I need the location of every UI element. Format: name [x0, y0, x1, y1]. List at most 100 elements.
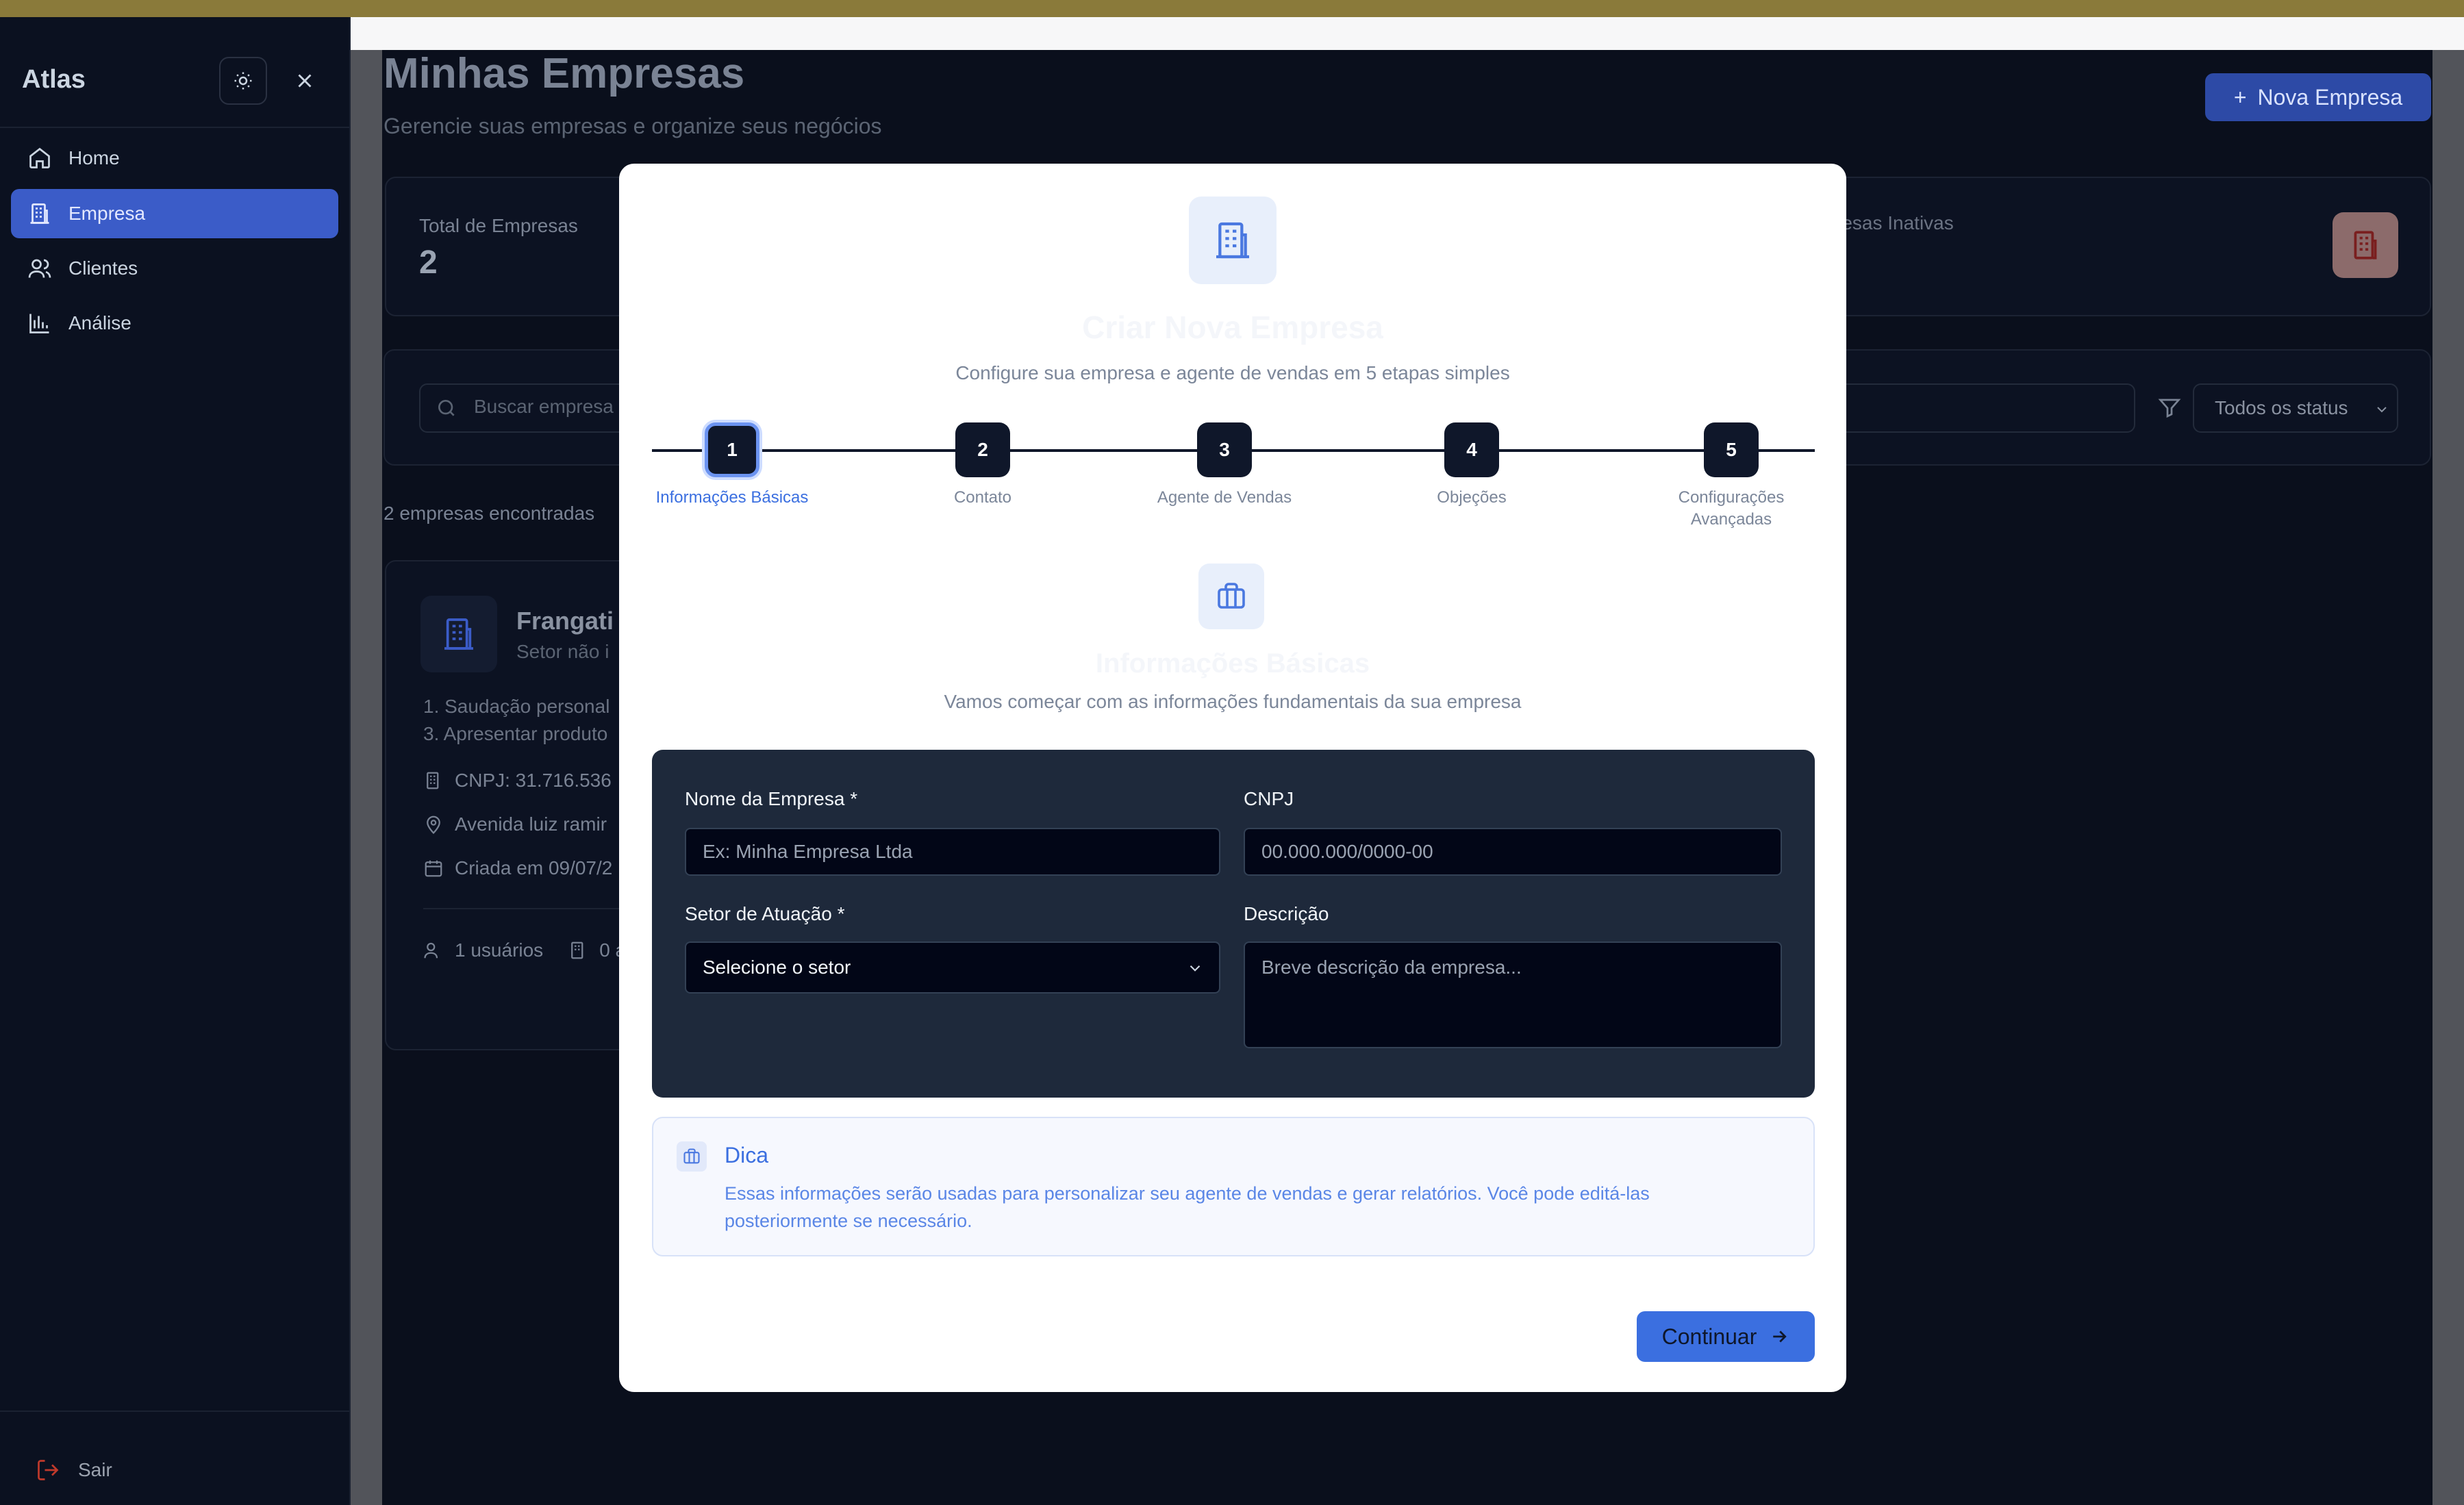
- description-textarea[interactable]: Breve descrição da empresa...: [1244, 941, 1782, 1048]
- building-icon: [427, 772, 439, 789]
- cnpj-label: CNPJ: [1244, 788, 1294, 809]
- step-5-label-line1: Configurações: [1678, 488, 1785, 507]
- company-created: Criada em 09/07/2: [455, 857, 613, 878]
- chevron-down-icon: [1190, 965, 1200, 972]
- close-icon: [298, 74, 312, 88]
- top-white-bar: [351, 17, 2464, 50]
- building-icon: [1216, 222, 1249, 259]
- company-users: 1 usuários: [455, 939, 544, 961]
- brand-logo: Atlas: [22, 65, 86, 94]
- step-5-label-line2: Avançadas: [1690, 510, 1772, 529]
- company-name: Frangati: [516, 607, 614, 635]
- top-window-strip: [0, 0, 2464, 17]
- briefcase-icon: [1218, 583, 1245, 609]
- section-title: Informações Básicas: [1095, 648, 1370, 679]
- briefcase-icon: [683, 1148, 700, 1164]
- step-3-label: Agente de Vendas: [1157, 488, 1292, 507]
- section-icon-box: [1198, 564, 1264, 629]
- step-4[interactable]: 4: [1444, 422, 1499, 477]
- step-2[interactable]: 2: [955, 422, 1010, 477]
- sector-select[interactable]: Selecione o setor: [685, 941, 1220, 994]
- close-sidebar-button[interactable]: [284, 60, 325, 101]
- create-company-modal: Criar Nova Empresa Configure sua empresa…: [619, 164, 1846, 1392]
- company-address-row: Avenida luiz ramir: [423, 813, 607, 835]
- company-sector: Setor não i: [516, 641, 609, 662]
- sidebar-bottom-divider: [0, 1411, 351, 1412]
- sidebar-item-label: Empresa: [68, 203, 146, 224]
- sun-icon: [234, 72, 252, 90]
- chart-icon: [29, 314, 49, 333]
- building-icon: [30, 203, 49, 224]
- sidebar-divider: [0, 127, 351, 128]
- results-count: 2 empresas encontradas: [384, 503, 595, 524]
- company-footer-row: 1 usuários 0 a: [423, 939, 626, 961]
- step-5-label: Configurações Avançadas: [1642, 487, 1820, 531]
- total-companies-value: 2: [419, 244, 438, 281]
- step-3[interactable]: 3: [1197, 422, 1252, 477]
- company-name-label: Nome da Empresa *: [685, 788, 858, 809]
- filter-icon[interactable]: [2157, 396, 2182, 420]
- tip-title: Dica: [725, 1143, 769, 1167]
- sidebar-item-label: Clientes: [68, 257, 138, 279]
- description-label: Descrição: [1244, 903, 1329, 924]
- chevron-down-icon: [2377, 407, 2387, 413]
- status-filter-value: Todos os status: [2215, 397, 2348, 418]
- cnpj-input[interactable]: 00.000.000/0000-00: [1244, 828, 1782, 876]
- company-address: Avenida luiz ramir: [455, 813, 607, 835]
- tip-text: Essas informações serão usadas para pers…: [725, 1183, 1650, 1231]
- sidebar-item-home[interactable]: Home: [11, 134, 338, 183]
- page-title: Minhas Empresas: [384, 50, 745, 97]
- sidebar: Atlas Home Empresa Clientes Análise Sair: [0, 17, 351, 1505]
- sidebar-item-clientes[interactable]: Clientes: [11, 244, 338, 293]
- plus-icon: +: [2233, 84, 2247, 110]
- basic-info-form: Nome da Empresa * Ex: Minha Empresa Ltda…: [652, 750, 1815, 1098]
- sidebar-item-analise[interactable]: Análise: [11, 299, 338, 348]
- step-2-label: Contato: [953, 488, 1012, 507]
- company-cnpj: CNPJ: 31.716.536: [455, 770, 612, 791]
- company-script-line-2: 3. Apresentar produto: [423, 723, 608, 744]
- building-icon: [571, 941, 583, 959]
- company-cnpj-row: CNPJ: 31.716.536: [423, 770, 612, 792]
- logout-button[interactable]: Sair: [36, 1458, 112, 1482]
- page-subtitle: Gerencie suas empresas e organize seus n…: [384, 114, 882, 138]
- new-company-label: Nova Empresa: [2257, 84, 2403, 110]
- users-icon: [28, 259, 51, 278]
- sidebar-item-empresa[interactable]: Empresa: [11, 189, 338, 238]
- company-created-row: Criada em 09/07/2: [423, 857, 612, 879]
- status-filter-select[interactable]: Todos os status: [2193, 383, 2398, 433]
- step-1[interactable]: 1: [705, 422, 759, 477]
- search-icon: [438, 400, 455, 416]
- new-company-button[interactable]: + Nova Empresa: [2205, 73, 2431, 121]
- total-companies-label: Total de Empresas: [419, 215, 578, 236]
- company-name-input[interactable]: Ex: Minha Empresa Ltda: [685, 828, 1220, 876]
- home-icon: [29, 147, 50, 168]
- sidebar-item-label: Home: [68, 147, 120, 168]
- modal-header-icon-box: [1189, 197, 1277, 284]
- users-icon: [424, 942, 438, 959]
- calendar-icon: [425, 860, 442, 877]
- sidebar-item-label: Análise: [68, 312, 131, 333]
- sector-select-value: Selecione o setor: [703, 957, 851, 978]
- tip-icon-box: [677, 1141, 707, 1172]
- step-1-label: Informações Básicas: [655, 488, 809, 507]
- section-subtitle: Vamos começar com as informações fundame…: [944, 691, 1522, 712]
- building-icon: [444, 618, 473, 650]
- inactive-companies-label: resas Inativas: [1835, 212, 1954, 233]
- logout-icon: [38, 1460, 59, 1480]
- tip-box: Dica Essas informações serão usadas para…: [652, 1117, 1815, 1256]
- building-icon: [2354, 231, 2377, 260]
- continue-button[interactable]: Continuar: [1637, 1311, 1815, 1362]
- step-4-label: Objeções: [1437, 488, 1507, 507]
- company-icon-box: [420, 596, 497, 672]
- modal-subtitle: Configure sua empresa e agente de vendas…: [955, 362, 1510, 383]
- step-5[interactable]: 5: [1704, 422, 1759, 477]
- map-pin-icon: [427, 815, 440, 835]
- sector-label: Setor de Atuação *: [685, 903, 845, 924]
- theme-toggle-button[interactable]: [219, 57, 267, 105]
- company-script-line-1: 1. Saudação personal: [423, 696, 610, 717]
- modal-title: Criar Nova Empresa: [1082, 309, 1383, 345]
- logout-label: Sair: [78, 1459, 112, 1480]
- search-placeholder: Buscar empresa: [474, 396, 614, 417]
- continue-label: Continuar: [1661, 1324, 1757, 1349]
- inactive-stat-icon-box: [2333, 212, 2398, 278]
